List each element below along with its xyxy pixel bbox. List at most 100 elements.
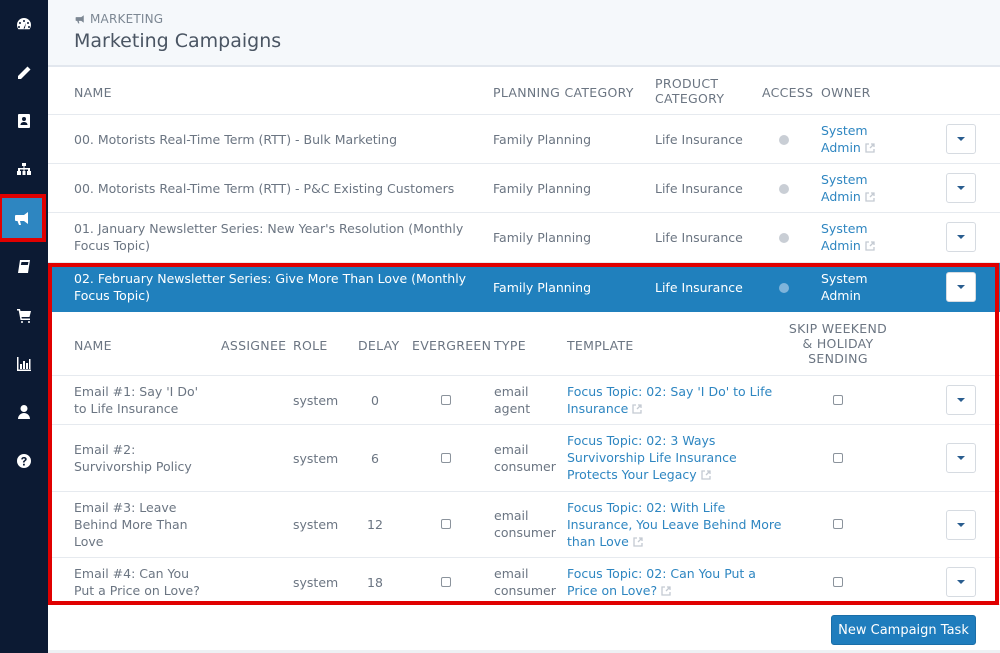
skip-weekend-checkbox[interactable] (833, 519, 843, 529)
sidebar-item-store[interactable] (0, 295, 48, 335)
column-header-name[interactable]: NAME (74, 337, 112, 354)
template-line: Focus Topic: 02: Say 'I Do' to Life (567, 384, 773, 399)
template-link[interactable]: Focus Topic: 02: With Life Insurance, Yo… (567, 499, 781, 550)
task-actions-dropdown[interactable] (946, 510, 976, 540)
task-row[interactable]: Email #3: Leave Behind More Than Love sy… (48, 492, 1000, 558)
type-line: consumer (494, 525, 556, 540)
org-chart-icon (17, 163, 31, 175)
name-line: Email #3: Leave (74, 500, 177, 515)
header-line: CATEGORY (655, 91, 725, 106)
skip-weekend-checkbox[interactable] (833, 577, 843, 587)
contacts-icon (18, 114, 30, 128)
campaign-row[interactable]: 01. January Newsletter Series: New Year'… (48, 213, 1000, 263)
row-actions-dropdown[interactable] (946, 173, 976, 203)
campaign-name[interactable]: 00. Motorists Real-Time Term (RTT) - Bul… (74, 131, 397, 148)
main-content: MARKETING Marketing Campaigns NAME PLANN… (48, 0, 1000, 653)
template-line: Focus Topic: 02: With Life (567, 500, 726, 515)
name-line: Focus Topic) (74, 288, 150, 303)
caret-down-icon (957, 523, 965, 527)
template-link[interactable]: Focus Topic: 02: 3 Ways Survivorship Lif… (567, 432, 737, 483)
campaign-row[interactable]: 00. Motorists Real-Time Term (RTT) - P&C… (48, 164, 1000, 213)
sidebar-item-organization[interactable] (0, 150, 48, 190)
column-header-template[interactable]: TEMPLATE (567, 337, 634, 354)
column-header-product-category[interactable]: PRODUCT CATEGORY (655, 76, 724, 106)
sidebar-item-dashboard[interactable] (0, 4, 48, 44)
skip-weekend-checkbox[interactable] (833, 453, 843, 463)
sidebar-item-reports[interactable] (0, 344, 48, 384)
template-line: Survivorship Life Insurance (567, 450, 737, 465)
owner-link[interactable]: System Admin (821, 171, 875, 205)
sidebar-item-help[interactable] (0, 441, 48, 481)
campaigns-table-header: NAME PLANNING CATEGORY PRODUCT CATEGORY … (48, 67, 1000, 115)
name-line: Love (74, 534, 104, 549)
cart-icon (17, 309, 31, 323)
name-line: Survivorship Policy (74, 459, 192, 474)
tasks-table-header: NAME ASSIGNEE ROLE DELAY EVERGREEN TYPE … (48, 312, 1000, 376)
evergreen-checkbox[interactable] (441, 453, 451, 463)
evergreen-checkbox[interactable] (441, 577, 451, 587)
external-link-icon (865, 189, 875, 202)
task-actions-dropdown[interactable] (946, 567, 976, 597)
evergreen-checkbox[interactable] (441, 395, 451, 405)
sidebar-item-marketing[interactable] (0, 194, 46, 242)
column-header-delay[interactable]: DELAY (358, 337, 400, 354)
task-row[interactable]: Email #1: Say 'I Do' to Life Insurance s… (48, 376, 1000, 425)
column-header-planning-category[interactable]: PLANNING CATEGORY (493, 84, 634, 101)
task-name[interactable]: Email #2: Survivorship Policy (74, 441, 192, 475)
campaign-row-selected[interactable]: 02. February Newsletter Series: Give Mor… (48, 263, 1000, 312)
external-link-icon (865, 140, 875, 153)
evergreen-checkbox[interactable] (441, 519, 451, 529)
row-actions-dropdown[interactable] (946, 124, 976, 154)
template-link[interactable]: Focus Topic: 02: Can You Put a Price on … (567, 565, 756, 599)
task-name[interactable]: Email #3: Leave Behind More Than Love (74, 499, 188, 550)
task-actions-dropdown[interactable] (946, 385, 976, 415)
template-line: than Love (567, 534, 629, 549)
column-header-evergreen[interactable]: EVERGREEN (412, 337, 491, 354)
owner-link[interactable]: System Admin (821, 270, 868, 304)
name-line: Behind More Than (74, 517, 188, 532)
sidebar-item-profile[interactable] (0, 392, 48, 432)
owner-link[interactable]: System Admin (821, 220, 875, 254)
template-line: Price on Love? (567, 583, 658, 598)
column-header-name[interactable]: NAME (74, 84, 112, 101)
page-header: MARKETING Marketing Campaigns (48, 0, 1000, 67)
campaign-row[interactable]: 00. Motorists Real-Time Term (RTT) - Bul… (48, 115, 1000, 164)
new-campaign-task-button[interactable]: New Campaign Task (831, 615, 976, 645)
campaign-name[interactable]: 02. February Newsletter Series: Give Mor… (74, 270, 466, 304)
globe-icon (779, 135, 789, 145)
template-link[interactable]: Focus Topic: 02: Say 'I Do' to Life Insu… (567, 383, 772, 417)
help-icon (17, 454, 31, 468)
task-row[interactable]: Email #4: Can You Put a Price on Love? s… (48, 558, 1000, 605)
book-icon (18, 260, 30, 273)
page-title: Marketing Campaigns (74, 30, 282, 52)
type-line: email (494, 384, 529, 399)
column-header-type[interactable]: TYPE (494, 337, 526, 354)
sidebar-item-contacts[interactable] (0, 101, 48, 141)
column-header-role[interactable]: ROLE (293, 337, 328, 354)
bar-chart-icon (17, 357, 31, 371)
task-actions-dropdown[interactable] (946, 443, 976, 473)
sidebar-item-library[interactable] (0, 247, 48, 287)
column-header-owner[interactable]: OWNER (821, 84, 871, 101)
campaign-name[interactable]: 00. Motorists Real-Time Term (RTT) - P&C… (74, 180, 454, 197)
dashboard-icon (17, 18, 31, 30)
skip-weekend-checkbox[interactable] (833, 395, 843, 405)
task-name[interactable]: Email #4: Can You Put a Price on Love? (74, 565, 200, 599)
sidebar-item-edit[interactable] (0, 53, 48, 93)
campaign-name[interactable]: 01. January Newsletter Series: New Year'… (74, 220, 463, 254)
row-actions-dropdown[interactable] (946, 222, 976, 252)
column-header-access[interactable]: ACCESS (762, 84, 813, 101)
task-name[interactable]: Email #1: Say 'I Do' to Life Insurance (74, 383, 198, 417)
caret-down-icon (957, 580, 965, 584)
owner-line: Admin (821, 189, 861, 204)
task-role: system (293, 451, 339, 466)
task-row[interactable]: Email #2: Survivorship Policy system 6 e… (48, 425, 1000, 492)
type-line: email (494, 442, 529, 457)
globe-icon (779, 283, 789, 293)
planning-category: Family Planning (493, 132, 592, 147)
row-actions-dropdown[interactable] (946, 272, 976, 302)
column-header-assignee[interactable]: ASSIGNEE (221, 337, 286, 354)
column-header-skip-weekend[interactable]: SKIP WEEKEND & HOLIDAY SENDING (788, 321, 888, 366)
owner-link[interactable]: System Admin (821, 122, 875, 156)
task-type: email consumer (494, 441, 556, 475)
